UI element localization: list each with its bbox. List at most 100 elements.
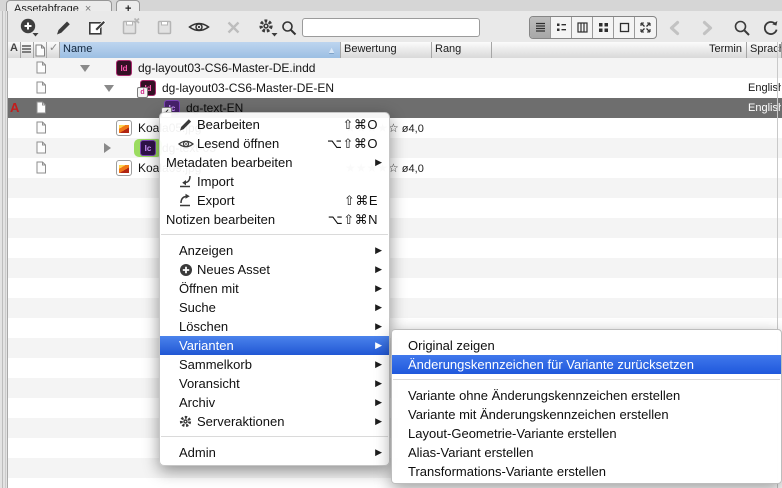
submenu-item-variante-mit-änderungskennzeichen-erstellen[interactable]: Variante mit Änderungskennzeichen erstel… bbox=[392, 405, 781, 424]
submenu-item-alias-variant-erstellen[interactable]: Alias-Variant erstellen bbox=[392, 443, 781, 462]
indesign-variant-file-icon: Idd bbox=[140, 80, 156, 96]
submenu-arrow-icon: ▶ bbox=[375, 397, 382, 408]
menu-item-archiv[interactable]: Archiv▶ bbox=[160, 393, 389, 412]
tab-label: Assetabfrage bbox=[14, 3, 79, 11]
context-menu: Bearbeiten⇧⌘OLesend öffnen⌥⇧⌘OMetadaten … bbox=[159, 112, 390, 466]
page-icon bbox=[36, 121, 47, 134]
menu-item-admin[interactable]: Admin▶ bbox=[160, 443, 389, 462]
submenu-item-transformations-variante-erstellen[interactable]: Transformations-Variante erstellen bbox=[392, 462, 781, 481]
page-icon bbox=[36, 141, 47, 154]
submenu-item-original-zeigen[interactable]: Original zeigen bbox=[392, 336, 781, 355]
menu-item-export[interactable]: Export⇧⌘E bbox=[160, 191, 389, 210]
submenu-item-variante-ohne-änderungskennzeichen-erstellen[interactable]: Variante ohne Änderungskennzeichen erste… bbox=[392, 386, 781, 405]
menu-item-anzeigen[interactable]: Anzeigen▶ bbox=[160, 241, 389, 260]
new-tab-button[interactable]: + bbox=[116, 0, 140, 11]
magnifier-icon bbox=[733, 19, 751, 37]
menu-item-serveraktionen[interactable]: Serveraktionen▶ bbox=[160, 412, 389, 431]
toolbar-left-group bbox=[18, 16, 278, 38]
table-row[interactable]: Koala09.jpg★★★★☆ø4,0 bbox=[0, 158, 782, 178]
check-column-icon: ✓ bbox=[49, 42, 58, 56]
save-icon bbox=[156, 17, 174, 37]
column-header-annotation[interactable]: A bbox=[8, 42, 21, 58]
menu-item-varianten[interactable]: Varianten▶ bbox=[160, 336, 389, 355]
gear-icon bbox=[256, 17, 278, 38]
table-row[interactable]: Iddg-layout03-CS6-Master-DE.indd bbox=[0, 58, 782, 78]
expander-open-icon[interactable] bbox=[80, 65, 90, 72]
menu-item-notizen-bearbeiten[interactable]: Notizen bearbeiten⌥⇧⌘N bbox=[160, 210, 389, 229]
page-icon bbox=[36, 61, 47, 74]
column-header-termin[interactable]: Termin bbox=[492, 42, 747, 58]
view-mode-columns[interactable] bbox=[572, 17, 593, 38]
menu-item-voransicht[interactable]: Voransicht▶ bbox=[160, 374, 389, 393]
menu-separator bbox=[392, 374, 781, 386]
tab-assetabfrage[interactable]: Assetabfrage × bbox=[6, 0, 112, 11]
import-icon bbox=[177, 174, 194, 190]
empty-row bbox=[0, 218, 782, 238]
menu-item-suche[interactable]: Suche▶ bbox=[160, 298, 389, 317]
table-row[interactable]: Idddg-layout03-CS6-Master-DE-ENEnglish bbox=[0, 78, 782, 98]
view-mode-thumbnails[interactable] bbox=[593, 17, 614, 38]
pane-splitter[interactable] bbox=[0, 11, 8, 488]
menu-item-label: Löschen bbox=[179, 319, 228, 334]
menu-item-lesend-öffnen[interactable]: Lesend öffnen⌥⇧⌘O bbox=[160, 134, 389, 153]
edit-metadata-button[interactable] bbox=[86, 16, 108, 38]
delete-button bbox=[222, 16, 244, 38]
submenu-arrow-icon: ▶ bbox=[375, 283, 382, 294]
tab-close-icon[interactable]: × bbox=[85, 3, 91, 11]
annotation-marker: A bbox=[10, 100, 19, 115]
expander-closed-icon[interactable] bbox=[104, 143, 111, 153]
view-mode-single[interactable] bbox=[614, 17, 635, 38]
column-header-name[interactable]: Name▲ bbox=[60, 42, 341, 58]
table-row[interactable]: Icdg-text-05 bbox=[0, 138, 782, 158]
expander-open-icon[interactable] bbox=[104, 85, 114, 92]
submenu-item-änderungskennzeichen-für-variante-zurücksetzen[interactable]: Änderungskennzeichen für Variante zurück… bbox=[392, 355, 781, 374]
back-arrow-icon bbox=[667, 20, 683, 36]
menu-item-label: Suche bbox=[179, 300, 216, 315]
column-header-rang[interactable]: Rang bbox=[432, 42, 492, 58]
menu-item-import[interactable]: Import bbox=[160, 172, 389, 191]
menu-item-label: Admin bbox=[179, 445, 216, 460]
column-header-text[interactable] bbox=[21, 42, 34, 58]
view-mode-expand[interactable] bbox=[635, 17, 656, 38]
find-button[interactable] bbox=[731, 19, 753, 37]
incopy-file-icon: Ic bbox=[140, 140, 156, 156]
add-asset-button[interactable] bbox=[18, 16, 40, 38]
menu-item-neues-asset[interactable]: Neues Asset▶ bbox=[160, 260, 389, 279]
varianten-submenu: Original zeigenÄnderungskennzeichen für … bbox=[391, 329, 782, 484]
single-view-icon bbox=[618, 21, 631, 34]
edit-button[interactable] bbox=[52, 16, 74, 38]
empty-row bbox=[0, 238, 782, 258]
annotation-column-icon: A bbox=[10, 42, 18, 56]
column-header-file[interactable] bbox=[34, 42, 47, 58]
table-row[interactable]: Koala05.jpg★★★★☆ø4,0 bbox=[0, 118, 782, 138]
menu-separator bbox=[160, 229, 389, 241]
menu-item-öffnen-mit[interactable]: Öffnen mit▶ bbox=[160, 279, 389, 298]
menu-item-löschen[interactable]: Löschen▶ bbox=[160, 317, 389, 336]
table-row[interactable]: AIc✓dg-text-ENEnglish bbox=[0, 98, 782, 118]
asset-name: dg-layout03-CS6-Master-DE.indd bbox=[138, 58, 315, 78]
eye-icon bbox=[177, 136, 194, 152]
rating-average: ø4,0 bbox=[402, 163, 424, 175]
row-file-type-icon bbox=[36, 141, 47, 159]
search-area bbox=[281, 18, 480, 37]
server-actions-button[interactable] bbox=[256, 16, 278, 38]
submenu-item-layout-geometrie-variante-erstellen[interactable]: Layout-Geometrie-Variante erstellen bbox=[392, 424, 781, 443]
search-input[interactable] bbox=[302, 18, 480, 37]
column-header-check[interactable]: ✓ bbox=[47, 42, 60, 58]
menu-item-sammelkorb[interactable]: Sammelkorb▶ bbox=[160, 355, 389, 374]
image-file-icon bbox=[116, 120, 132, 136]
view-button[interactable] bbox=[188, 16, 210, 38]
view-mode-list[interactable] bbox=[530, 17, 551, 38]
page-icon bbox=[36, 101, 47, 114]
view-mode-detail-list[interactable] bbox=[551, 17, 572, 38]
menu-item-metadaten-bearbeiten[interactable]: Metadaten bearbeiten▶ bbox=[160, 153, 389, 172]
image-file-icon bbox=[116, 160, 132, 176]
menu-item-bearbeiten[interactable]: Bearbeiten⇧⌘O bbox=[160, 115, 389, 134]
menu-item-label: Neues Asset bbox=[197, 262, 270, 277]
x-icon bbox=[226, 20, 241, 35]
refresh-button[interactable] bbox=[760, 19, 782, 37]
view-mode-switcher bbox=[529, 16, 657, 39]
menu-item-label: Bearbeiten bbox=[197, 117, 260, 132]
column-header-bewertung[interactable]: Bewertung bbox=[341, 42, 432, 58]
page-icon bbox=[36, 81, 47, 94]
